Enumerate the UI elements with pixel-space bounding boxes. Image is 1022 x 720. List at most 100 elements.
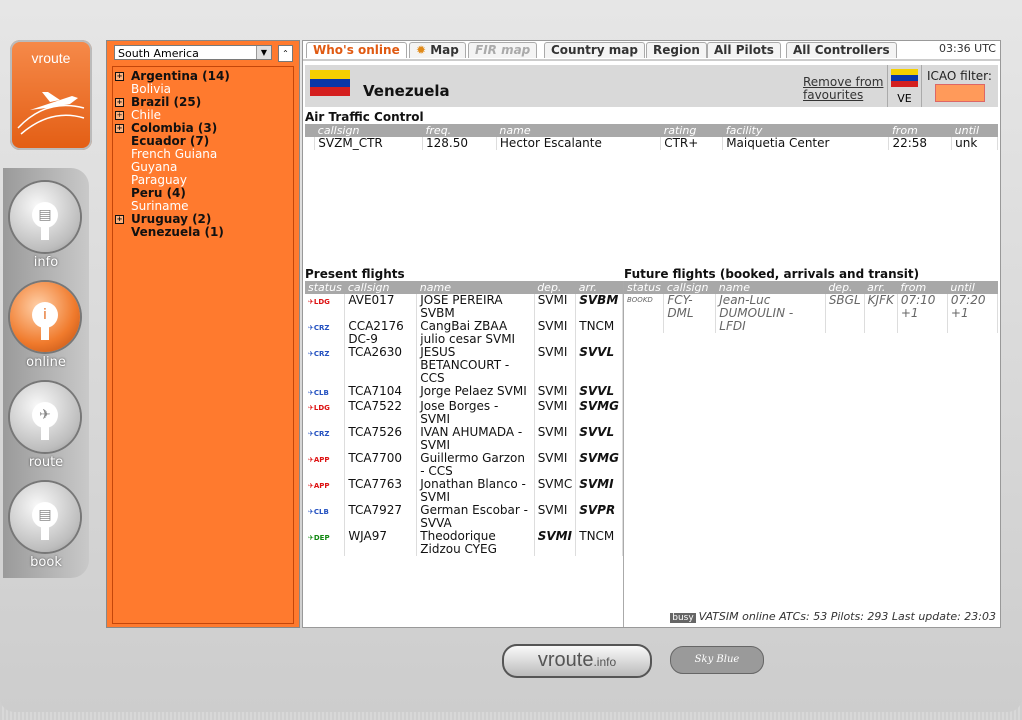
status-cell: ✈CRZ [305, 346, 346, 385]
tab-region[interactable]: Region [646, 42, 707, 58]
dep-cell: SVMI [534, 504, 577, 530]
icao-filter-input[interactable] [935, 84, 985, 102]
status-cell: ✈DEP [305, 530, 346, 556]
vroute-logo[interactable]: vroute [10, 40, 92, 150]
nav-label: online [26, 355, 66, 370]
callsign-cell: TCA7526 [344, 426, 418, 452]
table-row[interactable]: SVZM_CTR 128.50 Hector Escalante CTR+ Maique… [305, 137, 998, 150]
tab-who-s-online[interactable]: Who's online [306, 42, 407, 58]
tab-label: All Pilots [714, 43, 774, 57]
tab-label: Map [430, 43, 459, 57]
status-crz-icon: ✈CRZ [308, 324, 330, 332]
nav-online-button[interactable]: i online [8, 282, 84, 378]
collapse-up-icon[interactable]: ⌃ [278, 45, 293, 62]
nav-button-circle: ✈ [10, 382, 80, 452]
region-select[interactable]: South America ▼ [114, 45, 272, 60]
table-cell: 128.50 [422, 137, 497, 150]
arr-cell: SVMI [575, 478, 623, 504]
name-cell: JOSE PEREIRA SVBM [416, 294, 535, 320]
bottom-logo-suffix: .info [593, 655, 617, 669]
nav-route-button[interactable]: ✈ route [8, 382, 84, 478]
chevron-down-icon[interactable]: ▼ [256, 46, 271, 59]
tab-all-pilots[interactable]: All Pilots [707, 42, 781, 58]
country-code: VE [897, 92, 912, 105]
table-cell: unk [951, 137, 998, 150]
tree-item-label: Bolivia [131, 82, 172, 96]
nav-label: book [30, 555, 62, 570]
table-row[interactable]: ✈CRZ TCA7526 IVAN AHUMADA - SVMI SVMI SVVL [305, 426, 623, 452]
name-cell: Jorge Pelaez SVMI [416, 385, 535, 400]
name-cell: Theodorique Zidzou CYEG [416, 530, 535, 556]
arr-cell: SVMG [575, 400, 623, 426]
table-row[interactable]: ✈CLB TCA7927 German Escobar - SVVA SVMI SVPR [305, 504, 623, 530]
tab-bar: Who's online ✹ Map FIR map Country map Regio… [303, 41, 1000, 61]
icao-filter-label: ICAO filter: [927, 69, 992, 83]
tab-map[interactable]: ✹ Map [409, 42, 466, 58]
tree-item-label: Argentina (14) [131, 69, 230, 83]
dep-cell: SVMI [534, 530, 577, 556]
arr-cell: SVMG [575, 452, 623, 478]
tree-item[interactable]: Venezuela (1) [131, 226, 224, 239]
nav-label: info [33, 255, 59, 270]
dep-cell: SVMI [534, 400, 577, 426]
table-row[interactable]: ✈APP TCA7763 Jonathan Blanco - SVMI SVMC SVM… [305, 478, 623, 504]
dep-cell: SVMC [534, 478, 577, 504]
nav-button-stem [41, 226, 49, 240]
table-row[interactable]: ✈LDG AVE017 JOSE PEREIRA SVBM SVMI SVBM [305, 294, 623, 320]
venezuela-flag-small-icon [891, 69, 918, 87]
tree-item-label: Chile [131, 108, 162, 122]
table-row[interactable]: ✈CLB TCA7104 Jorge Pelaez SVMI SVMI SVVL [305, 385, 623, 400]
name-cell: Jose Borges - SVMI [416, 400, 535, 426]
dep-cell: SVMI [534, 320, 577, 346]
busy-indicator: busy [670, 613, 696, 623]
callsign-cell: TCA7763 [344, 478, 418, 504]
country-code-box: VE [887, 65, 922, 107]
table-row[interactable]: ✈DEP WJA97 Theodorique Zidzou CYEG SVMI TNCM [305, 530, 623, 556]
table-row[interactable]: ✈CRZ TCA2630 JESUS BETANCOURT - CCS SVMI SVV… [305, 346, 623, 385]
nav-book-button[interactable]: ▤ book [8, 482, 84, 578]
expand-icon[interactable]: + [115, 215, 124, 224]
expand-icon[interactable]: + [115, 98, 124, 107]
expand-icon[interactable]: + [115, 72, 124, 81]
tree-item-label: Uruguay (2) [131, 212, 212, 226]
vroute-info-logo[interactable]: vroute.info [502, 644, 652, 678]
table-cell: Hector Escalante [496, 137, 662, 150]
tree-item-label: Ecuador (7) [131, 134, 210, 148]
table-cell: SVZM_CTR [314, 137, 424, 150]
callsign-cell: TCA2630 [344, 346, 418, 385]
until-cell: 07:20 +1 [947, 294, 999, 333]
arr-cell: SVVL [575, 346, 623, 385]
arr-cell: SVPR [575, 504, 623, 530]
gear-icon: ✹ [416, 43, 431, 57]
status-cell: ✈LDG [305, 294, 346, 320]
partner-logo[interactable]: Sky Blue [670, 646, 764, 674]
callsign-cell: AVE017 [344, 294, 418, 320]
arr-cell: KJFK [864, 294, 898, 333]
expand-icon[interactable]: + [115, 111, 124, 120]
future-flights-table: status callsign name dep. arr. from until BOOKD… [624, 281, 999, 333]
plane-icon: ✈ [32, 402, 58, 428]
arr-cell: TNCM [575, 530, 623, 556]
remove-favourite-link[interactable]: Remove from favourites [803, 76, 887, 102]
tree-item-label: Paraguay [131, 173, 188, 187]
from-cell: 07:10 +1 [897, 294, 948, 333]
nav-info-button[interactable]: ▤ info [8, 182, 84, 278]
table-row[interactable]: ✈LDG TCA7522 Jose Borges - SVMI SVMI SVMG [305, 400, 623, 426]
callsign-cell: TCA7700 [344, 452, 418, 478]
tab-country-map[interactable]: Country map [544, 42, 645, 58]
status-ldg-icon: ✈LDG [308, 404, 330, 412]
document-icon: ▤ [32, 202, 58, 228]
nav-button-circle: i [10, 282, 80, 352]
table-row[interactable]: BOOKD FCY-DML Jean-Luc DUMOULIN - LFDI SBGL… [624, 294, 999, 333]
status-cell: BOOKD [624, 294, 665, 333]
nav-button-stem [41, 526, 49, 540]
dep-cell: SVMI [534, 426, 577, 452]
table-row[interactable]: ✈APP TCA7700 Guillermo Garzon - CCS SVMI SVM… [305, 452, 623, 478]
tree-item-label: Suriname [131, 199, 189, 213]
status-cell: ✈CLB [305, 385, 346, 400]
tab-all-controllers[interactable]: All Controllers [786, 42, 897, 58]
table-row[interactable]: ✈CRZ CCA2176 DC-9 CangBai ZBAA julio cesar… [305, 320, 623, 346]
atc-title: Air Traffic Control [305, 110, 424, 124]
tab-label: Country map [551, 43, 638, 57]
expand-icon[interactable]: + [115, 124, 124, 133]
